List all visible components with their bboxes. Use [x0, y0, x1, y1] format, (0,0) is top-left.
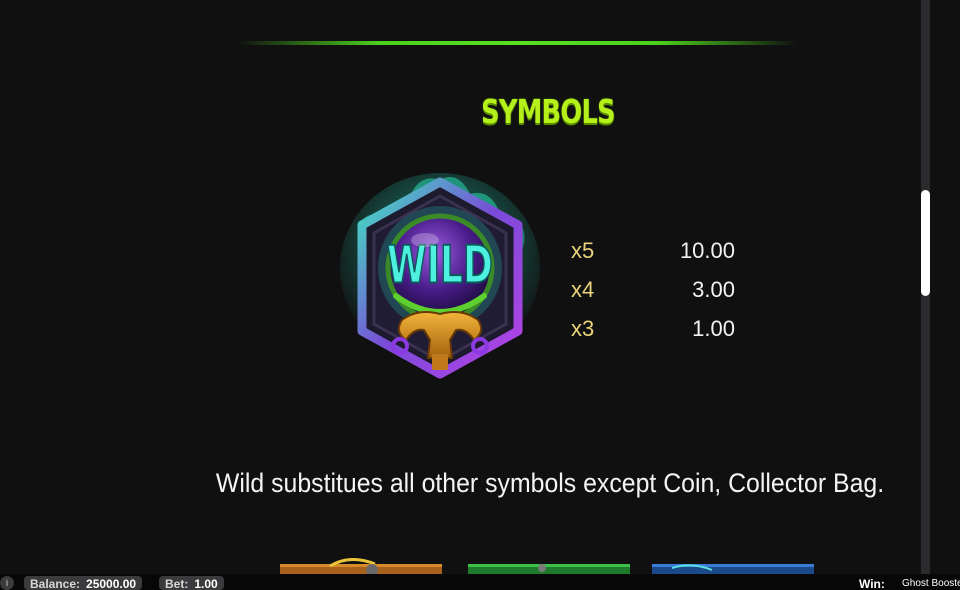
provider-logo: i: [0, 576, 14, 590]
section-divider: [238, 41, 798, 45]
balance-display: Balance: 25000.00: [24, 576, 143, 590]
status-bar: i Balance: 25000.00 Bet: 1.00 Win: Ghost B…: [0, 574, 960, 590]
payout-count: x3: [571, 316, 595, 341]
bet-label: Bet:: [165, 577, 189, 590]
paytable-page[interactable]: SYMBOLS WILD x5 10.00 x4 3.00 x3 1.00 Wi…: [0, 0, 960, 590]
payout-table: x5 10.00 x4 3.00 x3 1.00: [565, 236, 740, 353]
payout-row: x5 10.00: [565, 236, 740, 275]
win-label: Win:: [859, 577, 885, 590]
crystal-ball-wild-icon: WILD: [340, 173, 540, 379]
orange-symbol-icon: [280, 558, 442, 574]
payout-count: x4: [571, 277, 595, 302]
green-symbol-icon: [468, 564, 630, 574]
section-title: SYMBOLS: [481, 92, 616, 131]
balance-label: Balance:: [30, 577, 81, 590]
payout-value: 1.00: [692, 316, 735, 341]
blue-symbol-icon: [652, 564, 814, 574]
payout-count: x5: [571, 238, 595, 263]
balance-value: 25000.00: [86, 577, 137, 590]
payout-row: x3 1.00: [565, 314, 740, 353]
bet-display: Bet: 1.00: [159, 576, 224, 590]
payout-value: 3.00: [692, 277, 735, 302]
bet-value: 1.00: [194, 577, 218, 590]
wild-label: WILD: [387, 234, 493, 296]
game-name: Ghost Booster: [902, 578, 960, 589]
scrollbar-thumb[interactable]: [921, 190, 930, 296]
symbol-description: Wild substitues all other symbols except…: [215, 468, 885, 498]
payout-row: x4 3.00: [565, 275, 740, 314]
payout-value: 10.00: [679, 238, 735, 263]
